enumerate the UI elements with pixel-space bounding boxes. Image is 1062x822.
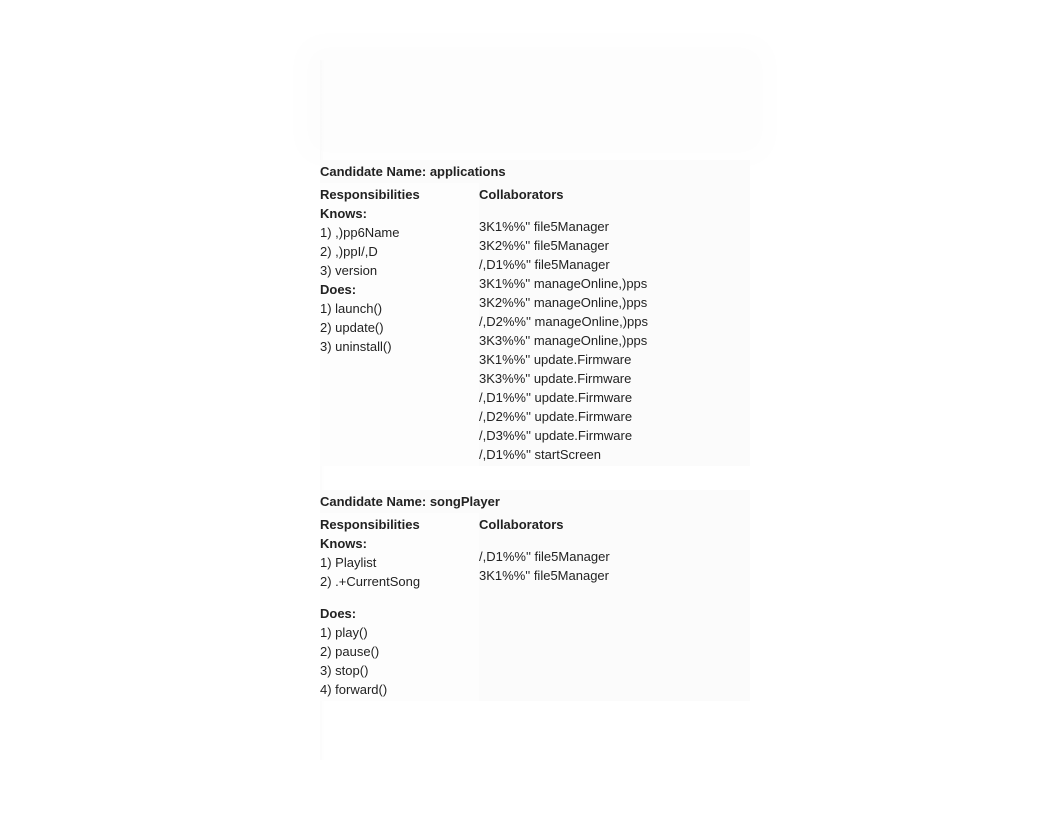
page-content: Candidate Name: applications Responsibil… (320, 60, 750, 701)
crc-card-songplayer: Candidate Name: songPlayer Responsibilit… (320, 490, 750, 701)
title-prefix: Candidate Name: (320, 494, 430, 509)
collab-item: /,D1%%'' update.Firmware (479, 388, 746, 407)
does-item: 3) stop() (320, 661, 475, 680)
collab-item: /,D1%%'' startScreen (479, 445, 746, 464)
does-item: 2) pause() (320, 642, 475, 661)
does-item: 4) forward() (320, 680, 475, 699)
does-item: 1) play() (320, 623, 475, 642)
collab-item: 3K1%%'' file5Manager (479, 566, 746, 585)
collaborators-column: Collaborators /,D1%%'' file5Manager 3K1%… (479, 513, 750, 701)
does-item: 3) uninstall() (320, 337, 475, 356)
collab-item: /,D1%%'' file5Manager (479, 255, 746, 274)
collaborators-column: Collaborators 3K1%%'' file5Manager 3K2%%… (479, 183, 750, 466)
does-item: 2) update() (320, 318, 475, 337)
responsibilities-column: Responsibilities Knows: 1) Playlist 2) .… (320, 513, 479, 701)
does-label: Does: (320, 604, 475, 623)
title-name: songPlayer (430, 494, 500, 509)
knows-label: Knows: (320, 534, 475, 553)
collab-item: /,D1%%'' file5Manager (479, 547, 746, 566)
collab-item: 3K1%%'' file5Manager (479, 217, 746, 236)
does-item: 1) launch() (320, 299, 475, 318)
collaborators-header: Collaborators (479, 515, 746, 534)
knows-item: 2) .+CurrentSong (320, 572, 475, 591)
crc-card-applications: Candidate Name: applications Responsibil… (320, 160, 750, 466)
does-label: Does: (320, 280, 475, 299)
knows-item: 3) version (320, 261, 475, 280)
collaborators-header: Collaborators (479, 185, 746, 204)
card-title: Candidate Name: applications (320, 160, 750, 183)
knows-item: 2) ,)ppI/,D (320, 242, 475, 261)
card-title: Candidate Name: songPlayer (320, 490, 750, 513)
knows-item: 1) Playlist (320, 553, 475, 572)
collab-item: 3K3%%'' update.Firmware (479, 369, 746, 388)
responsibilities-header: Responsibilities (320, 185, 475, 204)
responsibilities-header: Responsibilities (320, 515, 475, 534)
knows-label: Knows: (320, 204, 475, 223)
collab-item: /,D3%%'' update.Firmware (479, 426, 746, 445)
collab-item: 3K2%%'' manageOnline,)pps (479, 293, 746, 312)
collab-item: 3K1%%'' update.Firmware (479, 350, 746, 369)
collab-item: /,D2%%'' manageOnline,)pps (479, 312, 746, 331)
title-name: applications (430, 164, 506, 179)
collab-item: /,D2%%'' update.Firmware (479, 407, 746, 426)
collab-item: 3K3%%'' manageOnline,)pps (479, 331, 746, 350)
title-prefix: Candidate Name: (320, 164, 430, 179)
collab-item: 3K1%%'' manageOnline,)pps (479, 274, 746, 293)
collab-item: 3K2%%'' file5Manager (479, 236, 746, 255)
knows-item: 1) ,)pp6Name (320, 223, 475, 242)
responsibilities-column: Responsibilities Knows: 1) ,)pp6Name 2) … (320, 183, 479, 466)
